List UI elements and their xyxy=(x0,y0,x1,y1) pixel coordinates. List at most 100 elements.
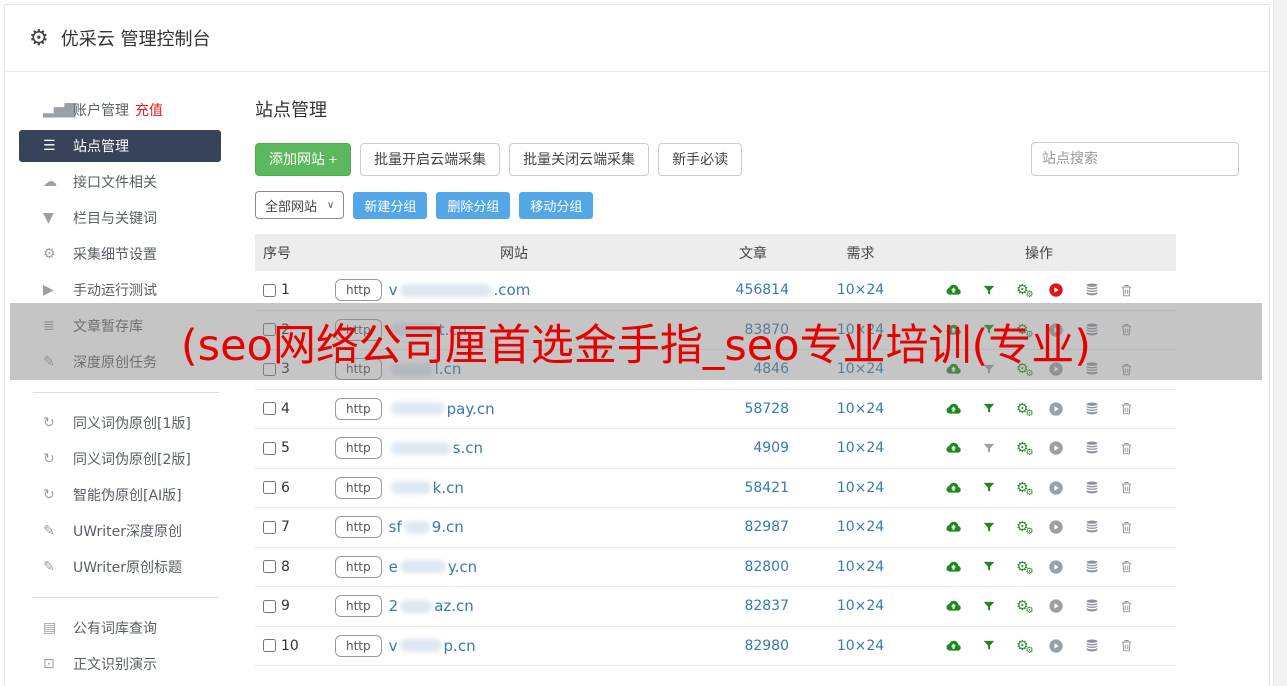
delete-group-button[interactable]: 删除分组 xyxy=(436,191,511,219)
row-checkbox[interactable] xyxy=(263,481,276,495)
filter-icon[interactable] xyxy=(982,401,996,416)
row-checkbox[interactable] xyxy=(263,362,276,376)
cloud-upload-icon[interactable] xyxy=(944,519,963,535)
sidebar-item-synonym-2[interactable]: ↻ 同义词伪原创[2版] xyxy=(19,441,221,477)
trash-icon[interactable] xyxy=(1119,321,1134,338)
cloud-upload-icon[interactable] xyxy=(944,401,963,417)
gears-icon[interactable]: ⚙ ⚙ xyxy=(1016,520,1034,537)
vertical-scrollbar[interactable] xyxy=(1273,0,1287,686)
add-site-button[interactable]: 添加网站 + xyxy=(255,142,352,176)
trash-icon[interactable] xyxy=(1119,479,1134,496)
filter-icon[interactable] xyxy=(982,441,996,456)
gears-icon[interactable]: ⚙ ⚙ xyxy=(1016,402,1034,419)
filter-icon[interactable] xyxy=(982,362,996,377)
database-icon[interactable] xyxy=(1084,440,1100,456)
play-icon[interactable] xyxy=(1048,322,1064,338)
move-group-button[interactable]: 移动分组 xyxy=(519,191,594,219)
sidebar-item-synonym-1[interactable]: ↻ 同义词伪原创[1版] xyxy=(19,405,221,441)
newbie-guide-button[interactable]: 新手必读 xyxy=(658,142,743,176)
cloud-upload-icon[interactable] xyxy=(944,559,963,575)
sidebar-item-storage[interactable]: ≣ 文章暂存库 xyxy=(19,308,221,344)
site-domain-link[interactable]: l.cn xyxy=(389,360,461,378)
database-icon[interactable] xyxy=(1084,401,1100,417)
trash-icon[interactable] xyxy=(1119,282,1134,299)
trash-icon[interactable] xyxy=(1119,440,1134,457)
trash-icon[interactable] xyxy=(1119,558,1134,575)
row-checkbox[interactable] xyxy=(263,599,276,613)
filter-icon[interactable] xyxy=(982,599,996,614)
gears-icon[interactable]: ⚙ ⚙ xyxy=(1016,560,1034,577)
gears-icon[interactable]: ⚙ ⚙ xyxy=(1016,323,1034,340)
site-domain-link[interactable]: sf 9.cn xyxy=(389,518,464,536)
site-domain-link[interactable]: e y.cn xyxy=(389,558,478,576)
group-select[interactable]: 全部网站 ∨ xyxy=(255,191,345,219)
database-icon[interactable] xyxy=(1084,480,1100,496)
row-checkbox[interactable] xyxy=(263,441,276,455)
filter-icon[interactable] xyxy=(982,638,996,653)
cloud-upload-icon[interactable] xyxy=(944,638,963,654)
trash-icon[interactable] xyxy=(1119,361,1134,378)
database-icon[interactable] xyxy=(1084,361,1100,377)
batch-close-button[interactable]: 批量关闭云端采集 xyxy=(509,142,650,176)
site-domain-link[interactable]: t.cn xyxy=(389,321,467,339)
cloud-upload-icon[interactable] xyxy=(944,480,963,496)
site-domain-link[interactable]: k.cn xyxy=(389,479,464,497)
gears-icon[interactable]: ⚙ ⚙ xyxy=(1016,639,1034,656)
play-icon[interactable] xyxy=(1048,401,1064,417)
play-icon[interactable] xyxy=(1048,361,1064,377)
gears-icon[interactable]: ⚙ ⚙ xyxy=(1016,481,1034,498)
site-domain-link[interactable]: 2 az.cn xyxy=(389,597,474,615)
site-search-input[interactable] xyxy=(1031,142,1239,176)
sidebar-item-sites[interactable]: ☰ 站点管理 xyxy=(19,130,221,162)
row-checkbox[interactable] xyxy=(263,283,276,297)
sidebar-item-keywords[interactable]: ▼ 栏目与关键词 xyxy=(19,200,221,236)
batch-open-button[interactable]: 批量开启云端采集 xyxy=(360,142,501,176)
gears-icon[interactable]: ⚙ ⚙ xyxy=(1016,441,1034,458)
play-icon[interactable] xyxy=(1048,598,1064,614)
filter-icon[interactable] xyxy=(982,559,996,574)
sidebar-item-interface[interactable]: ☁ 接口文件相关 xyxy=(19,164,221,200)
sidebar-item-uwriter-deep[interactable]: ✎ UWriter深度原创 xyxy=(19,513,221,549)
sidebar-item-deep-task[interactable]: ✎ 深度原创任务 xyxy=(19,344,221,380)
trash-icon[interactable] xyxy=(1119,400,1134,417)
site-domain-link[interactable]: s.cn xyxy=(389,439,483,457)
filter-icon[interactable] xyxy=(982,322,996,337)
sidebar-item-text-demo[interactable]: ⊡ 正文识别演示 xyxy=(19,646,221,682)
row-checkbox[interactable] xyxy=(263,402,276,416)
row-checkbox[interactable] xyxy=(263,520,276,534)
trash-icon[interactable] xyxy=(1119,637,1134,654)
sidebar-item-ai-rewrite[interactable]: ↻ 智能伪原创[AI版] xyxy=(19,477,221,513)
trash-icon[interactable] xyxy=(1119,598,1134,615)
database-icon[interactable] xyxy=(1084,598,1100,614)
cloud-upload-icon[interactable] xyxy=(944,440,963,456)
filter-icon[interactable] xyxy=(982,283,996,298)
gears-icon[interactable]: ⚙ ⚙ xyxy=(1016,283,1034,300)
row-checkbox[interactable] xyxy=(263,639,276,653)
database-icon[interactable] xyxy=(1084,638,1100,654)
database-icon[interactable] xyxy=(1084,519,1100,535)
play-icon[interactable] xyxy=(1048,480,1064,496)
play-icon[interactable] xyxy=(1048,519,1064,535)
trash-icon[interactable] xyxy=(1119,519,1134,536)
play-icon[interactable] xyxy=(1048,638,1064,654)
site-domain-link[interactable]: v .com xyxy=(389,281,531,299)
database-icon[interactable] xyxy=(1084,322,1100,338)
sidebar-item-account[interactable]: ▂▅▇ 账户管理 充值 xyxy=(19,92,221,128)
recharge-link[interactable]: 充值 xyxy=(135,100,163,120)
play-icon[interactable] xyxy=(1048,282,1064,298)
gears-icon[interactable]: ⚙ ⚙ xyxy=(1016,599,1034,616)
site-domain-link[interactable]: pay.cn xyxy=(389,400,495,418)
database-icon[interactable] xyxy=(1084,559,1100,575)
row-checkbox[interactable] xyxy=(263,323,276,337)
site-domain-link[interactable]: v p.cn xyxy=(389,637,476,655)
play-icon[interactable] xyxy=(1048,559,1064,575)
row-checkbox[interactable] xyxy=(263,560,276,574)
new-group-button[interactable]: 新建分组 xyxy=(353,191,428,219)
sidebar-item-manual-test[interactable]: ▶ 手动运行测试 xyxy=(19,272,221,308)
sidebar-item-thesaurus[interactable]: ▤ 公有词库查询 xyxy=(19,610,221,646)
filter-icon[interactable] xyxy=(982,520,996,535)
play-icon[interactable] xyxy=(1048,440,1064,456)
cloud-upload-icon[interactable] xyxy=(944,322,963,338)
filter-icon[interactable] xyxy=(982,480,996,495)
database-icon[interactable] xyxy=(1084,282,1100,298)
